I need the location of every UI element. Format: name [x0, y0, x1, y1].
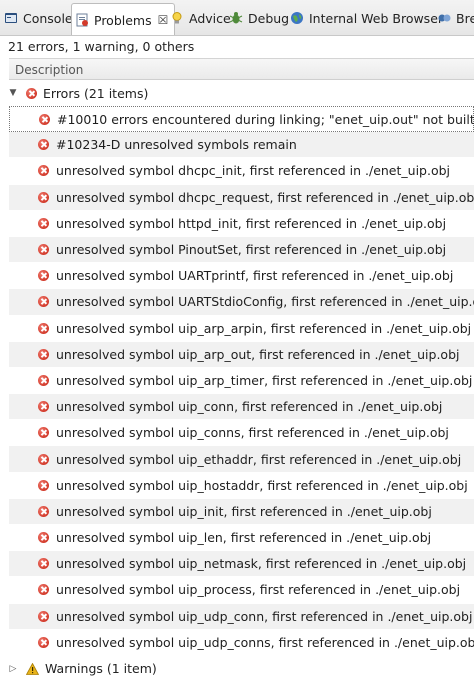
problem-row[interactable]: unresolved symbol dhcpc_request, first r… [9, 184, 474, 211]
problem-description: unresolved symbol uip_arp_out, first ref… [56, 346, 460, 362]
error-icon [38, 610, 49, 622]
problem-row[interactable]: unresolved symbol uip_len, first referen… [9, 525, 474, 552]
warnings-group[interactable]: ▷ Warnings (1 item) [0, 656, 474, 682]
problem-row[interactable]: unresolved symbol UARTStdioConfig, first… [9, 289, 474, 316]
problem-row[interactable]: unresolved symbol uip_conns, first refer… [9, 420, 474, 447]
problem-row[interactable]: unresolved symbol uip_arp_timer, first r… [9, 368, 474, 395]
problem-row[interactable]: unresolved symbol httpd_init, first refe… [9, 211, 474, 237]
error-list: #10010 errors encountered during linking… [0, 106, 474, 656]
problem-description: unresolved symbol uip_arp_arpin, first r… [56, 320, 472, 336]
problem-description: unresolved symbol uip_udp_conn, first re… [56, 608, 473, 624]
warning-icon [26, 662, 39, 675]
error-icon [38, 505, 49, 517]
problem-row[interactable]: #10234-D unresolved symbols remain [9, 132, 474, 159]
problem-description: #10010 errors encountered during linking… [57, 111, 474, 127]
problem-row[interactable]: unresolved symbol uip_hostaddr, first re… [9, 473, 474, 499]
problem-description: unresolved symbol uip_len, first referen… [56, 530, 432, 546]
error-icon [38, 558, 49, 570]
advice-icon [170, 11, 184, 25]
problem-row[interactable]: unresolved symbol uip_init, first refere… [9, 498, 474, 525]
problem-row[interactable]: #10010 errors encountered during linking… [9, 106, 474, 133]
error-icon [38, 244, 49, 256]
problem-row[interactable]: unresolved symbol uip_process, first ref… [9, 577, 474, 604]
tab-label: Problems [94, 12, 152, 28]
tab-label: Advice [189, 10, 231, 26]
problem-description: unresolved symbol UARTStdioConfig, first… [56, 294, 474, 310]
error-icon [38, 139, 49, 151]
problem-row[interactable]: unresolved symbol uip_netmask, first ref… [9, 551, 474, 578]
problem-row[interactable]: unresolved symbol uip_arp_out, first ref… [9, 341, 474, 368]
breakpoints-icon [437, 11, 451, 25]
problem-row[interactable]: unresolved symbol uip_conn, first refere… [9, 394, 474, 421]
problem-row[interactable]: unresolved symbol uip_udp_conns, first r… [9, 630, 474, 656]
error-icon [38, 427, 49, 439]
error-icon [38, 584, 49, 596]
error-icon [38, 217, 49, 229]
problem-row[interactable]: unresolved symbol uip_udp_conn, first re… [9, 603, 474, 630]
error-icon [38, 348, 49, 360]
error-icon [39, 113, 50, 125]
error-icon [38, 165, 49, 177]
problem-description: unresolved symbol uip_hostaddr, first re… [56, 477, 468, 493]
tab-label: Brea [456, 10, 474, 26]
error-icon [38, 453, 49, 465]
tab-label: Debug [248, 10, 290, 26]
tab-label: Internal Web Browser [309, 10, 444, 26]
view-tab-bar: Console Problems ☒ Advice Debug Internal… [0, 0, 474, 36]
errors-group-label: Errors (21 items) [43, 85, 149, 101]
debug-icon [229, 11, 243, 25]
problem-row[interactable]: unresolved symbol UARTprintf, first refe… [9, 263, 474, 290]
warnings-group-label: Warnings (1 item) [45, 661, 157, 677]
tab-problems[interactable]: Problems ☒ [71, 3, 176, 35]
problem-description: unresolved symbol uip_conn, first refere… [56, 399, 443, 415]
collapse-icon[interactable]: ▼ [6, 88, 20, 98]
error-icon [38, 636, 49, 648]
tab-debug[interactable]: Debug [229, 4, 289, 32]
error-icon [38, 322, 49, 334]
problem-description: unresolved symbol dhcpc_request, first r… [56, 189, 474, 205]
problem-description: unresolved symbol uip_init, first refere… [56, 503, 432, 519]
tab-internal-web-browser[interactable]: Internal Web Browser [290, 4, 443, 32]
expand-icon[interactable]: ▷ [6, 664, 20, 674]
console-icon [4, 11, 18, 25]
problem-description: unresolved symbol uip_netmask, first ref… [56, 556, 467, 572]
tab-label: Console [23, 10, 73, 26]
problem-description: unresolved symbol UARTprintf, first refe… [56, 268, 454, 284]
problem-row[interactable]: unresolved symbol uip_arp_arpin, first r… [9, 316, 474, 342]
problem-row[interactable]: unresolved symbol uip_ethaddr, first ref… [9, 446, 474, 473]
problem-description: unresolved symbol dhcpc_init, first refe… [56, 163, 451, 179]
problem-description: unresolved symbol uip_process, first ref… [56, 582, 461, 598]
errors-group[interactable]: ▼ Errors (21 items) [0, 80, 474, 106]
globe-icon [290, 11, 304, 25]
problems-summary: 21 errors, 1 warning, 0 others [8, 39, 195, 54]
error-icon [38, 479, 49, 491]
description-column-header[interactable]: Description [9, 58, 474, 80]
problem-row[interactable]: unresolved symbol PinoutSet, first refer… [9, 236, 474, 264]
problem-description: unresolved symbol httpd_init, first refe… [56, 215, 447, 231]
tab-advice[interactable]: Advice [170, 4, 231, 32]
problems-icon [75, 13, 89, 27]
tab-breakpoints[interactable]: Brea [437, 4, 474, 32]
problems-tree: ▼ Errors (21 items) #10010 errors encoun… [0, 80, 474, 682]
problem-description: unresolved symbol uip_udp_conns, first r… [56, 634, 474, 650]
error-icon [38, 270, 49, 282]
problem-row[interactable]: unresolved symbol dhcpc_init, first refe… [9, 158, 474, 185]
problem-description: #10234-D unresolved symbols remain [56, 137, 297, 153]
error-icon [38, 191, 49, 203]
error-icon [26, 87, 37, 99]
error-icon [38, 374, 49, 386]
problem-description: unresolved symbol PinoutSet, first refer… [56, 242, 447, 258]
tab-console[interactable]: Console [4, 4, 73, 32]
close-tab-icon[interactable]: ☒ [158, 13, 169, 27]
error-icon [38, 401, 49, 413]
problem-description: unresolved symbol uip_arp_timer, first r… [56, 372, 473, 388]
problem-description: unresolved symbol uip_ethaddr, first ref… [56, 451, 462, 467]
error-icon [38, 532, 49, 544]
error-icon [38, 296, 49, 308]
problem-description: unresolved symbol uip_conns, first refer… [56, 425, 449, 441]
